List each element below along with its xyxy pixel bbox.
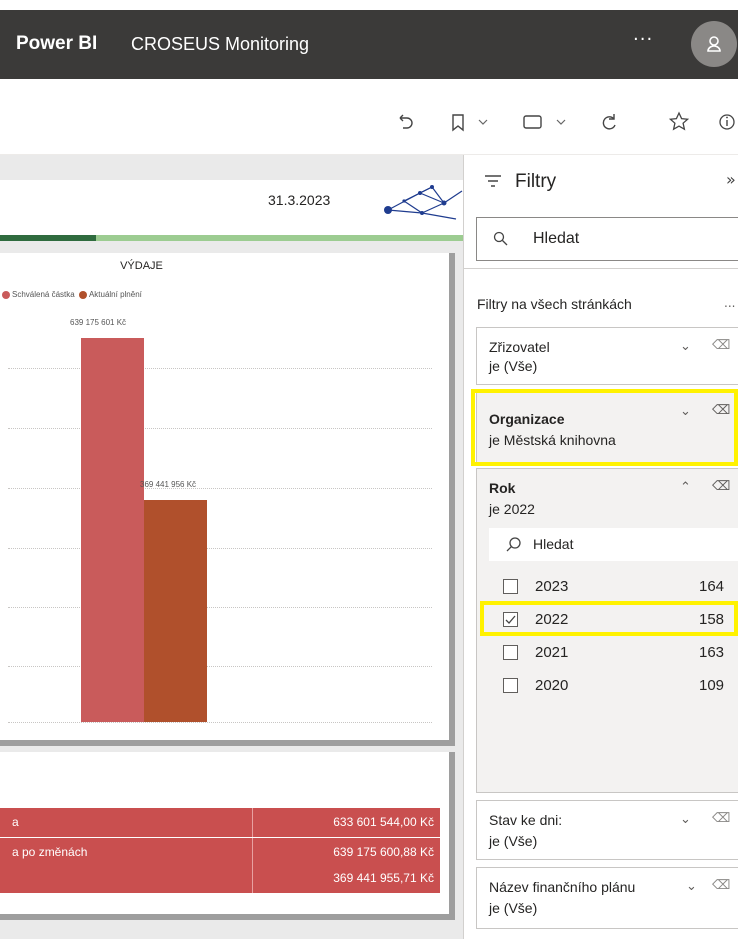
app-header (0, 10, 738, 79)
table-cell-value: 369 441 955,71 Kč (333, 871, 434, 885)
year-option[interactable]: 2020 109 (477, 672, 738, 700)
search-placeholder: Hledat (533, 536, 574, 552)
gridline (8, 428, 432, 429)
gridline (8, 607, 432, 608)
filter-name: Zřizovatel (489, 339, 550, 355)
more-options-button[interactable]: ··· (633, 29, 653, 50)
undo-icon (399, 114, 413, 129)
filter-value: je (Vše) (489, 900, 538, 916)
eraser-icon[interactable]: ⌫ (712, 877, 730, 893)
filter-value: je (Vše) (489, 833, 538, 849)
chart-title: VÝDAJE (120, 260, 163, 272)
search-placeholder: Hledat (533, 230, 580, 247)
table-cell-label: a po změnách (12, 845, 88, 859)
checkbox[interactable] (503, 678, 518, 693)
filter-name: Stav ke dni: (489, 812, 563, 828)
filter-pane-title: Filtry (515, 171, 557, 192)
year-count: 164 (699, 578, 725, 595)
filter-name: Název finančního plánu (489, 879, 636, 895)
checkbox[interactable] (503, 579, 518, 594)
collapse-pane-icon[interactable]: » (726, 170, 736, 189)
expenses-chart-card[interactable] (0, 253, 455, 746)
chart-legend: Schválená částka Aktuální plnění (2, 290, 142, 299)
star-icon (668, 111, 690, 131)
checkbox[interactable] (503, 645, 518, 660)
filter-card-stav[interactable]: Stav ke dni: je (Vše) ⌄ ⌫ (476, 800, 738, 860)
gridline (8, 548, 432, 549)
report-title[interactable]: CROSEUS Monitoring (131, 34, 309, 55)
search-icon (493, 231, 508, 246)
divider (464, 268, 738, 269)
eraser-icon[interactable]: ⌫ (712, 478, 730, 494)
refresh-button[interactable] (598, 110, 620, 134)
table-row[interactable]: 369 441 955,71 Kč (0, 864, 440, 893)
rok-search-input[interactable]: Hledat (489, 528, 738, 561)
section-label: Filtry na všech stránkách (477, 296, 632, 312)
filter-name: Rok (489, 480, 516, 496)
info-button[interactable] (716, 110, 738, 134)
bookmark-button[interactable] (449, 110, 491, 134)
view-icon (523, 115, 566, 129)
filter-value: je 2022 (489, 501, 535, 517)
legend-swatch-approved (2, 290, 10, 299)
gridline (8, 368, 432, 369)
section-more-button[interactable]: ... (724, 296, 735, 310)
gridline (8, 488, 432, 489)
bar-approved[interactable] (81, 338, 144, 722)
legend-label-approved: Schválená částka (12, 290, 75, 299)
progress-bar-track (96, 235, 463, 241)
chevron-up-icon[interactable]: ⌃ (680, 479, 691, 495)
bookmark-icon (452, 114, 488, 132)
undo-button[interactable] (394, 110, 416, 134)
table-row[interactable]: a po změnách 639 175 600,88 Kč (0, 838, 440, 867)
filter-card-zrizovatel[interactable]: Zřizovatel je (Vše) ⌄ ⌫ (476, 327, 738, 385)
user-icon (707, 36, 721, 52)
report-date: 31.3.2023 (268, 192, 331, 208)
progress-bar-fill (0, 235, 96, 241)
chevron-down-icon[interactable]: ⌄ (686, 878, 697, 894)
year-count: 109 (699, 677, 725, 694)
cell-divider (252, 864, 253, 893)
cell-divider (252, 808, 253, 837)
chevron-down-icon[interactable]: ⌄ (680, 338, 691, 354)
report-toolbar (0, 90, 738, 155)
logo (382, 183, 463, 228)
eraser-icon[interactable]: ⌫ (712, 810, 730, 826)
app-name[interactable]: Power BI (16, 33, 97, 55)
filter-search-input[interactable]: Hledat (476, 217, 738, 261)
table-cell-value: 639 175 600,88 Kč (333, 845, 434, 859)
bar-actual[interactable] (144, 500, 207, 722)
year-option[interactable]: 2023 164 (477, 573, 738, 601)
cell-divider (252, 838, 253, 867)
search-icon (506, 537, 521, 552)
favorite-button[interactable] (668, 110, 690, 134)
filter-value: je (Vše) (489, 358, 538, 374)
data-label-actual: 369 441 956 Kč (140, 480, 197, 489)
chevron-down-icon[interactable]: ⌄ (680, 811, 691, 827)
view-button[interactable] (521, 110, 571, 134)
legend-label-actual: Aktuální plnění (88, 290, 142, 299)
year-option[interactable]: 2021 163 (477, 639, 738, 667)
year-label: 2020 (535, 677, 569, 694)
table-cell-label: a (12, 815, 19, 829)
year-label: 2021 (535, 644, 569, 661)
gridline (8, 722, 432, 723)
data-label-approved: 639 175 601 Kč (70, 318, 127, 327)
avatar[interactable] (691, 21, 737, 67)
highlight-box (480, 601, 738, 636)
network-logo-icon (384, 185, 463, 220)
eraser-icon[interactable]: ⌫ (712, 337, 730, 353)
table-cell-value: 633 601 544,00 Kč (333, 815, 434, 829)
table-row[interactable]: a 633 601 544,00 Kč (0, 808, 440, 837)
filter-icon (484, 172, 502, 194)
info-icon (719, 114, 735, 130)
year-label: 2023 (535, 578, 569, 595)
gridline (8, 666, 432, 667)
legend-swatch-actual (78, 290, 87, 299)
year-count: 163 (699, 644, 725, 661)
highlight-box (471, 389, 738, 466)
refresh-icon (602, 114, 616, 130)
filter-card-nazev[interactable]: Název finančního plánu je (Vše) ⌄ ⌫ (476, 867, 738, 929)
